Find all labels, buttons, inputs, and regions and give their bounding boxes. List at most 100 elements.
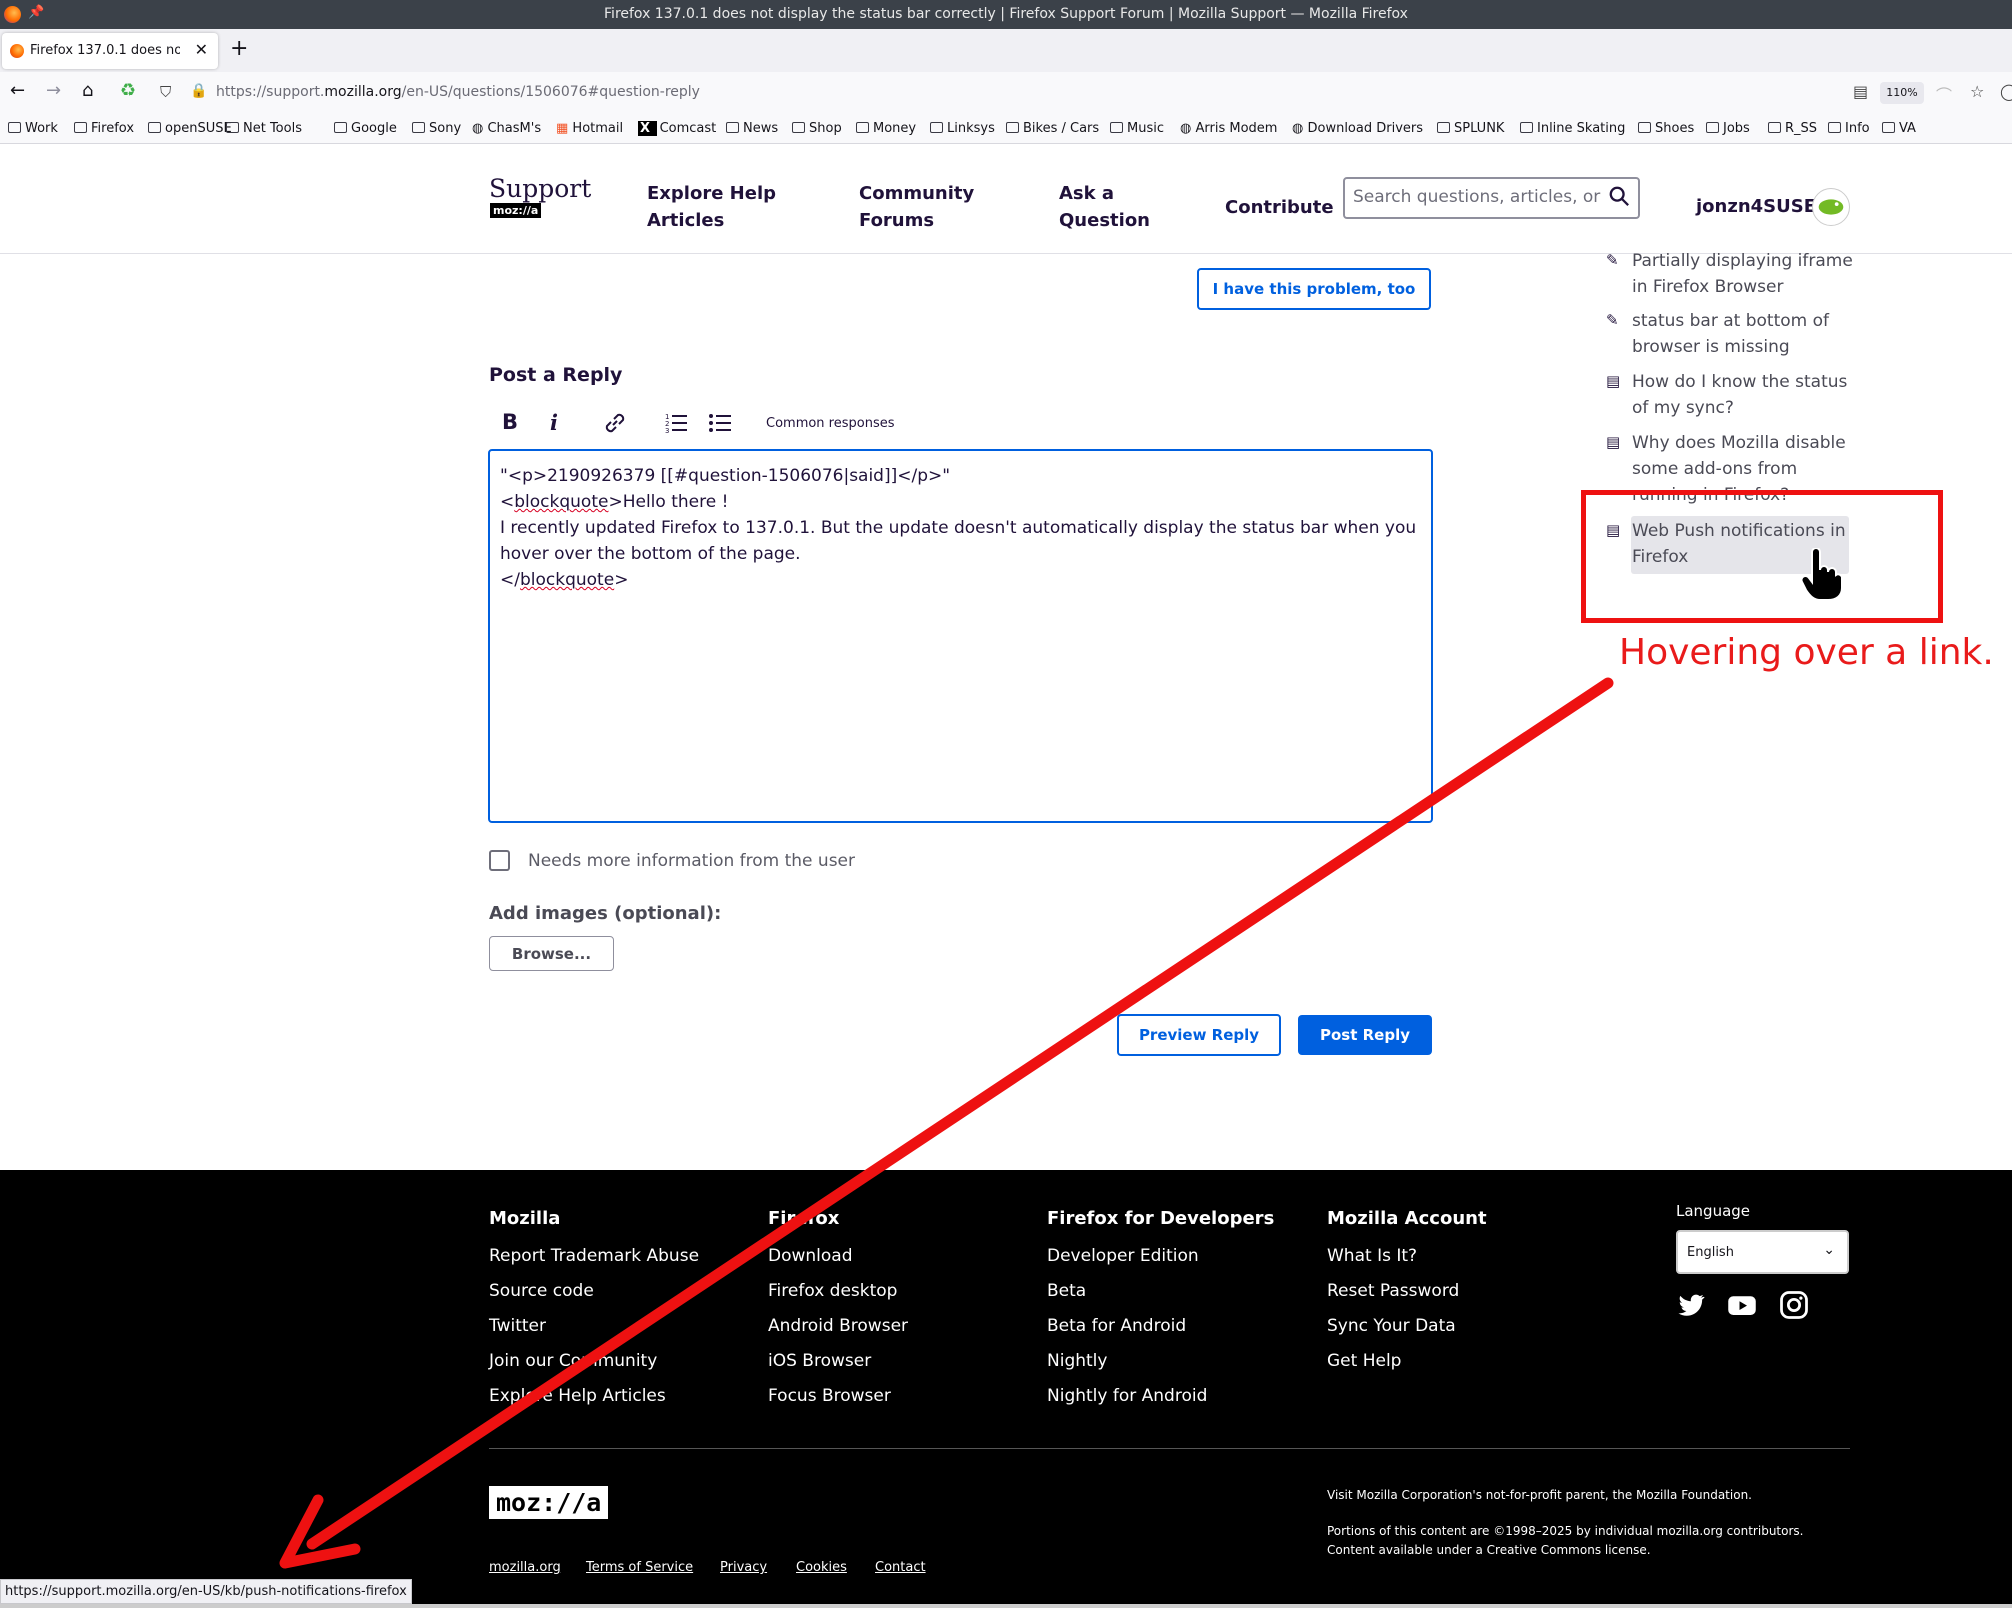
language-select[interactable]: English ⌄ [1676,1230,1849,1274]
url-text[interactable]: https://support.mozilla.org/en-US/questi… [216,84,700,100]
avatar[interactable] [1812,188,1850,226]
mozilla-logo[interactable]: moz://a [490,203,542,218]
footer-link[interactable]: Explore Help Articles [489,1386,666,1406]
italic-icon[interactable]: i [550,410,558,435]
link-icon[interactable] [602,410,628,436]
lock-icon[interactable]: 🔒 [190,83,207,99]
footer-link[interactable]: Twitter [489,1316,546,1336]
bookmark-item[interactable]: Info [1828,121,1870,136]
footer-link[interactable]: Firefox desktop [768,1281,897,1301]
search-input[interactable] [1353,187,1603,207]
numbered-list-icon[interactable]: 123 [664,412,688,434]
reader-view-icon[interactable]: ▤ [1853,82,1868,101]
bookmark-item[interactable]: Jobs [1706,121,1750,136]
bookmark-item[interactable]: X Comcast [638,121,716,136]
bookmark-item[interactable]: Sony [412,121,461,136]
bookmark-item[interactable]: ◍ Download Drivers [1292,121,1423,136]
bookmark-star-icon[interactable]: ☆ [1970,82,1984,101]
footer-link[interactable]: Beta for Android [1047,1316,1186,1336]
support-logo[interactable]: Support [489,174,591,203]
sidebar-link-iframe[interactable]: Partially displaying iframe in Firefox B… [1632,248,1853,300]
home-icon[interactable]: ⌂ [82,80,93,101]
username-label[interactable]: jonzn4SUSE [1696,196,1816,217]
footer-link[interactable]: Report Trademark Abuse [489,1246,699,1266]
browse-button[interactable]: Browse... [489,936,614,971]
bookmark-item[interactable]: Money [856,121,916,136]
footer-link[interactable]: Sync Your Data [1327,1316,1456,1336]
bold-icon[interactable]: B [502,410,518,434]
footer-link[interactable]: Nightly [1047,1351,1107,1371]
edit-note-icon: ✎ [1606,311,1619,329]
bookmark-item[interactable]: ▦ Hotmail [556,121,623,136]
footer-link[interactable]: What Is It? [1327,1246,1417,1266]
footer-link[interactable]: Download [768,1246,853,1266]
reply-textarea[interactable]: "<p>2190926379 [[#question-1506076|said]… [488,449,1433,823]
horizontal-scrollbar[interactable] [0,1604,2012,1608]
tracking-shield-icon[interactable]: ⛉ [160,83,171,101]
twitter-icon[interactable] [1676,1290,1706,1320]
bookmark-item[interactable]: Inline Skating [1520,121,1625,136]
folder-icon [930,122,943,133]
i-have-this-problem-button[interactable]: I have this problem, too [1197,268,1431,310]
bookmark-item[interactable]: Google [334,121,397,136]
overflow-icon[interactable]: ◯ [2000,82,2012,101]
bookmark-item[interactable]: Net Tools [226,121,302,136]
sidebar-link-status-bar[interactable]: status bar at bottom of browser is missi… [1632,308,1829,360]
tab-close-icon[interactable]: ✕ [195,40,208,59]
bookmark-item[interactable]: Bikes / Cars [1006,121,1099,136]
new-tab-button[interactable]: + [230,36,248,61]
bookmark-item[interactable]: R_SS [1768,121,1817,136]
footer-link[interactable]: Android Browser [768,1316,908,1336]
common-responses-button[interactable]: Common responses [766,416,895,431]
bullet-list-icon[interactable] [708,412,732,434]
nav-ask-a-question[interactable]: Ask a Question [1059,180,1150,234]
search-box[interactable] [1343,177,1640,219]
footer-link[interactable]: Nightly for Android [1047,1386,1207,1406]
translate-icon[interactable]: ⌒ [1936,82,1952,106]
footer-link[interactable]: Developer Edition [1047,1246,1199,1266]
bookmark-item[interactable]: VA [1882,121,1916,136]
youtube-icon[interactable] [1727,1290,1757,1320]
sidebar-link-sync-status[interactable]: How do I know the status of my sync? [1632,369,1847,421]
footer-legal-link[interactable]: Terms of Service [586,1560,693,1575]
footer-link[interactable]: Reset Password [1327,1281,1459,1301]
bookmark-item[interactable]: Music [1110,121,1164,136]
instagram-icon[interactable] [1779,1290,1809,1320]
bookmark-item[interactable]: News [726,121,778,136]
bookmark-item[interactable]: ◍ ChasM's [472,121,541,136]
back-arrow-icon[interactable]: ← [10,80,25,101]
bookmark-item[interactable]: SPLUNK [1437,121,1504,136]
footer-legal-link[interactable]: mozilla.org [489,1560,561,1575]
preview-reply-button[interactable]: Preview Reply [1117,1014,1281,1056]
needs-info-checkbox[interactable] [489,850,510,871]
footer-link[interactable]: Source code [489,1281,594,1301]
bookmark-item[interactable]: Work [8,121,58,136]
zoom-level-button[interactable]: 110% [1880,82,1924,104]
footer-legal-link[interactable]: Contact [875,1560,926,1575]
search-icon[interactable] [1608,185,1630,207]
footer-link[interactable]: iOS Browser [768,1351,871,1371]
bookmark-item[interactable]: Linksys [930,121,995,136]
nav-explore-help-articles[interactable]: Explore Help Articles [647,180,776,234]
nav-community-forums[interactable]: Community Forums [859,180,974,234]
footer-legal-link[interactable]: Privacy [720,1560,767,1575]
editor-line: hover over the bottom of the page. [500,544,801,564]
bookmark-item[interactable]: ◍ Arris Modem [1180,121,1277,136]
mozilla-footer-logo[interactable]: moz://a [489,1486,609,1519]
forward-arrow-icon[interactable]: → [46,80,61,101]
bookmark-item[interactable]: openSUSE [148,121,232,136]
footer-link[interactable]: Beta [1047,1281,1086,1301]
tab-active[interactable]: Firefox 137.0.1 does not dis ✕ [2,33,218,69]
footer-link[interactable]: Focus Browser [768,1386,891,1406]
extension-icon[interactable]: ♻ [120,80,136,101]
footer-link[interactable]: Join our Community [489,1351,657,1371]
url-bar[interactable]: ⛉ 🔒 https://support.mozilla.org/en-US/qu… [150,76,2012,110]
post-reply-button[interactable]: Post Reply [1298,1015,1432,1055]
nav-contribute[interactable]: Contribute [1225,194,1334,221]
bookmark-item[interactable]: Firefox [74,121,134,136]
footer-link[interactable]: Get Help [1327,1351,1401,1371]
bookmark-item[interactable]: Shoes [1638,121,1694,136]
bookmark-item[interactable]: Shop [792,121,842,136]
needs-info-label[interactable]: Needs more information from the user [528,851,855,871]
footer-legal-link[interactable]: Cookies [796,1560,847,1575]
